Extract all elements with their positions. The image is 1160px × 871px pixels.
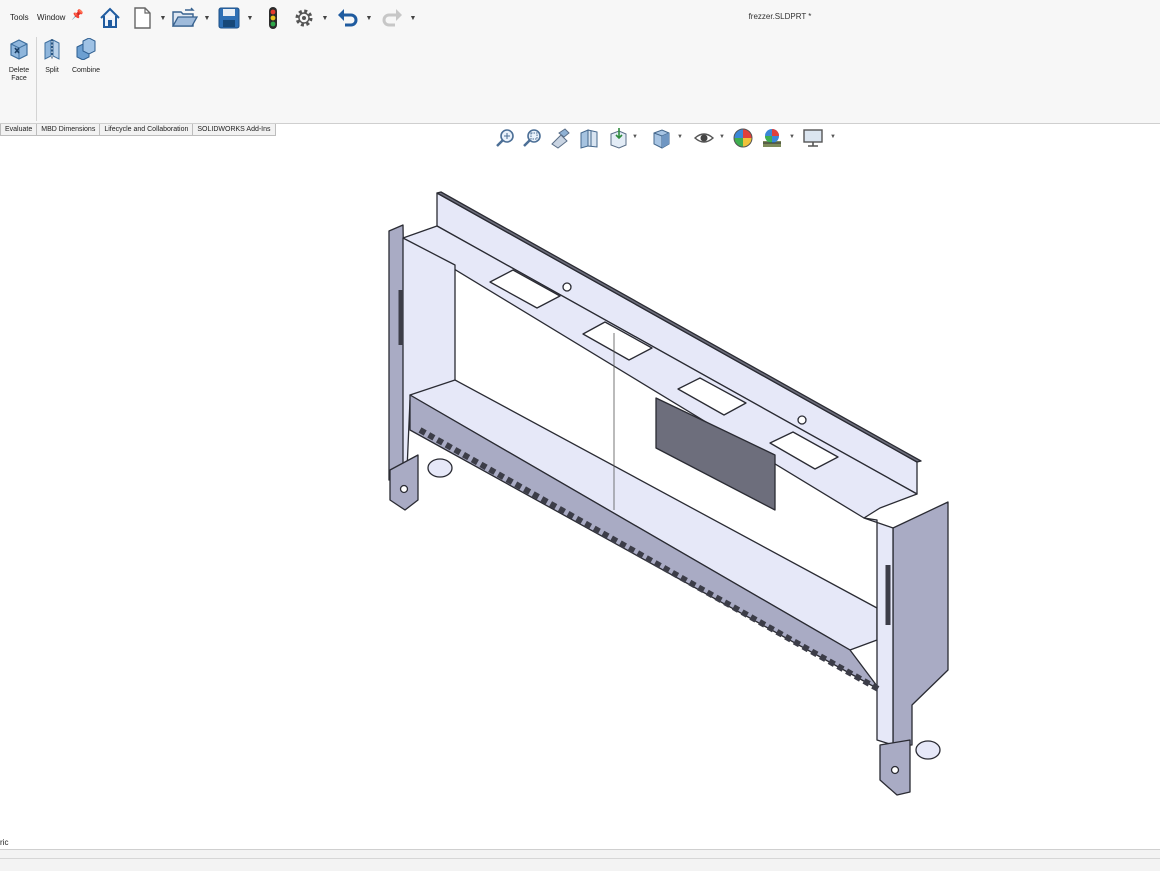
undo-dropdown-arrow[interactable]: ▼: [365, 14, 373, 22]
document-title: frezzer.SLDPRT *: [748, 12, 812, 21]
graphics-area[interactable]: ric: [0, 136, 1160, 849]
top-hole-1: [562, 282, 572, 292]
right-pin: [915, 740, 941, 760]
options-button[interactable]: [290, 4, 318, 32]
delete-face-icon: [10, 39, 28, 60]
save-button[interactable]: [215, 4, 243, 32]
tab-solidworks-add-ins[interactable]: SOLIDWORKS Add-Ins: [192, 124, 276, 136]
save-dropdown-arrow[interactable]: ▼: [246, 14, 254, 22]
split-label: Split: [45, 67, 59, 74]
title-bar: Tools Window 📌 ▼ ▼ ▼ ▼ ▼ ▼ frezzer.SLDPR…: [0, 0, 1160, 36]
top-hole-2: [797, 415, 807, 425]
new-document-icon: [134, 7, 151, 29]
command-manager-tabs: Evaluate MBD Dimensions Lifecycle and Co…: [0, 124, 276, 136]
tab-mbd-dimensions[interactable]: MBD Dimensions: [36, 124, 101, 136]
freezer-part-model[interactable]: [0, 136, 1160, 849]
menu-window[interactable]: Window: [37, 13, 65, 22]
split-icon: [44, 39, 60, 60]
delete-face-label: Delete Face: [8, 67, 30, 82]
redo-dropdown-arrow[interactable]: ▼: [409, 14, 417, 22]
left-pin: [427, 458, 453, 478]
split-button[interactable]: Split: [35, 38, 69, 75]
combine-button[interactable]: Combine: [69, 37, 103, 75]
combine-label: Combine: [71, 67, 100, 74]
rebuild-button[interactable]: [259, 4, 287, 32]
options-gear-icon: [295, 9, 313, 27]
options-dropdown-arrow[interactable]: ▼: [321, 14, 329, 22]
tab-lifecycle-and-collaboration[interactable]: Lifecycle and Collaboration: [99, 124, 194, 136]
tab-evaluate[interactable]: Evaluate: [0, 124, 38, 136]
left-mount-hole: [399, 484, 409, 494]
home-icon: [100, 7, 120, 28]
undo-icon: [338, 9, 358, 27]
top-shelf: [402, 225, 918, 519]
new-document-button[interactable]: [128, 4, 156, 32]
right-wall: [892, 501, 949, 746]
new-dropdown-arrow[interactable]: ▼: [159, 14, 167, 22]
redo-icon: [382, 9, 402, 27]
home-button[interactable]: [96, 4, 124, 32]
right-mount-hole: [890, 765, 900, 775]
command-manager-ribbon: Delete Face Split Combine: [0, 35, 1160, 124]
undo-button[interactable]: [334, 4, 362, 32]
pin-icon[interactable]: 📌: [71, 10, 83, 21]
redo-button[interactable]: [378, 4, 406, 32]
status-bar-divider: [0, 858, 1160, 859]
combine-icon: [76, 37, 96, 61]
open-icon: [171, 7, 199, 27]
save-icon: [218, 7, 240, 29]
open-button[interactable]: [171, 4, 199, 32]
status-bar: [0, 849, 1160, 871]
open-dropdown-arrow[interactable]: ▼: [203, 14, 211, 22]
delete-face-button[interactable]: Delete Face: [2, 38, 36, 83]
view-orientation-label: ric: [0, 838, 9, 847]
rebuild-traffic-light-icon: [269, 7, 277, 29]
menu-tools[interactable]: Tools: [10, 13, 29, 22]
